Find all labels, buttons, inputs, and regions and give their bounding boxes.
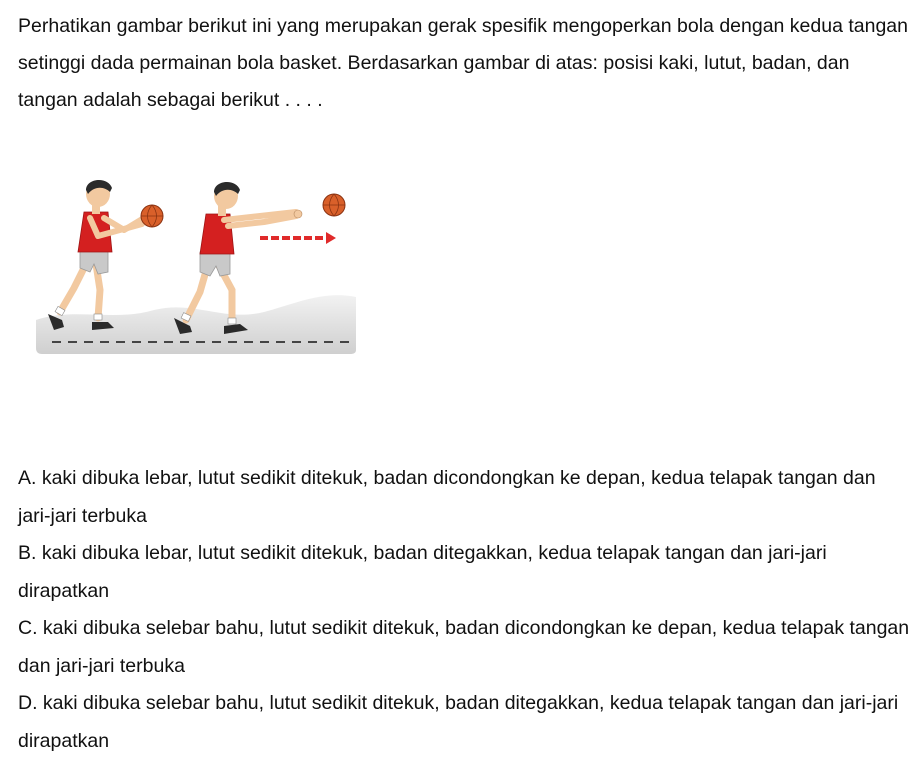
question-text: Perhatikan gambar berikut ini yang merup… — [18, 15, 908, 111]
option-d[interactable]: D. kaki dibuka selebar bahu, lutut sedik… — [18, 685, 913, 760]
option-a[interactable]: A. kaki dibuka lebar, lutut sedikit dite… — [18, 460, 913, 535]
option-c[interactable]: C. kaki dibuka selebar bahu, lutut sedik… — [18, 610, 913, 685]
player-holding-ball — [48, 179, 164, 330]
option-b[interactable]: B. kaki dibuka lebar, lutut sedikit dite… — [18, 535, 913, 610]
answer-options: A. kaki dibuka lebar, lutut sedikit dite… — [18, 460, 913, 760]
basketball-chest-pass-illustration — [36, 179, 356, 354]
